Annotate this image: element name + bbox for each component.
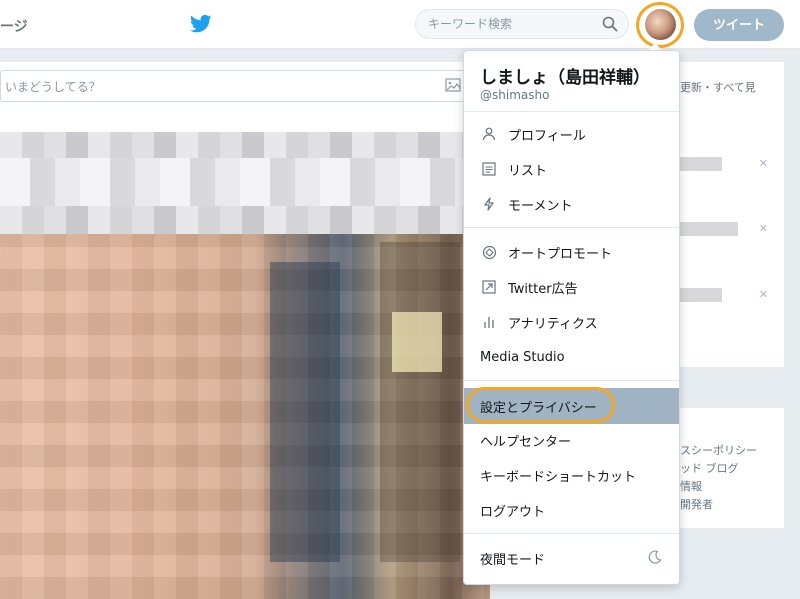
menu-item-label: 夜間モード	[480, 552, 546, 568]
top-navigation-bar: ージ ツイート	[0, 0, 800, 49]
menu-item-label: リスト	[508, 163, 548, 179]
menu-item-label: ヘルプセンター	[480, 434, 572, 450]
menu-divider	[464, 533, 679, 534]
footer-link[interactable]: スシーポリシー	[680, 442, 757, 458]
autopromote-icon	[480, 243, 498, 261]
avatar[interactable]	[645, 9, 676, 40]
menu-item-analytics[interactable]: アナリティクス	[464, 306, 679, 338]
timeline-column: いまどうしてる？	[0, 62, 490, 599]
pixelated-suggestion	[680, 288, 722, 302]
menu-divider	[464, 227, 679, 228]
dismiss-icon[interactable]: ✕	[759, 157, 768, 170]
pixelated-tweet-text-line	[0, 158, 490, 206]
image-icon[interactable]	[445, 77, 461, 97]
pixelated-photo-highlight	[392, 312, 442, 372]
bar-chart-icon	[480, 313, 498, 331]
menu-item-keyboard-shortcuts[interactable]: キーボードショートカット	[464, 459, 679, 491]
trends-card: 更新・すべて見 ✕ ✕ ✕	[680, 62, 784, 367]
menu-item-label: オートプロモート	[508, 246, 613, 262]
search-input[interactable]	[428, 16, 598, 32]
menu-divider	[464, 380, 679, 381]
compose-tweet-box[interactable]: いまどうしてる？	[0, 70, 470, 102]
footer-link[interactable]: ッド ブログ	[680, 460, 739, 476]
list-icon	[480, 160, 498, 178]
account-display-name[interactable]: しましょ（島田祥輔）	[480, 63, 650, 88]
twitter-bird-icon[interactable]	[189, 14, 212, 38]
pixelated-suggestion	[680, 157, 722, 171]
search-box[interactable]	[415, 9, 629, 39]
trends-refresh-link[interactable]: 更新・すべて見	[680, 79, 756, 95]
menu-item-help-center[interactable]: ヘルプセンター	[464, 424, 679, 456]
footer-link[interactable]: 情報	[680, 478, 702, 494]
menu-item-label: キーボードショートカット	[480, 469, 637, 485]
pixelated-photo-figure	[270, 262, 340, 562]
dismiss-icon[interactable]: ✕	[759, 222, 768, 235]
settings-highlight-ring	[466, 387, 615, 423]
arrow-box-icon	[480, 278, 498, 296]
account-menu: しましょ（島田祥輔） @shimasho プロフィール リスト モーメント オー…	[463, 50, 680, 585]
menu-item-label: アナリティクス	[508, 316, 598, 332]
menu-item-label: Twitter広告	[508, 281, 578, 297]
menu-item-autopromote[interactable]: オートプロモート	[464, 236, 679, 268]
menu-item-twitter-ads[interactable]: Twitter広告	[464, 271, 679, 303]
menu-item-moments[interactable]: モーメント	[464, 188, 679, 220]
search-icon[interactable]	[602, 16, 618, 36]
footer-links-card: スシーポリシー ッド ブログ 情報 開発者	[680, 408, 784, 528]
moon-icon[interactable]	[647, 549, 663, 569]
menu-item-night-mode[interactable]: 夜間モード	[464, 542, 679, 574]
menu-item-logout[interactable]: ログアウト	[464, 494, 679, 526]
person-icon	[480, 125, 498, 143]
account-handle[interactable]: @shimasho	[480, 88, 549, 102]
tweet-button[interactable]: ツイート	[694, 9, 784, 41]
nav-item-home-partial[interactable]: ージ	[0, 16, 28, 36]
menu-item-label: Media Studio	[480, 349, 565, 365]
menu-item-label: ログアウト	[480, 504, 546, 520]
menu-item-lists[interactable]: リスト	[464, 153, 679, 185]
menu-item-label: モーメント	[508, 198, 573, 214]
menu-divider	[464, 111, 679, 112]
compose-placeholder: いまどうしてる？	[5, 80, 101, 94]
menu-item-media-studio[interactable]: Media Studio	[464, 341, 679, 373]
pixelated-photo-figure	[380, 242, 460, 562]
menu-item-profile[interactable]: プロフィール	[464, 118, 679, 150]
dismiss-icon[interactable]: ✕	[759, 288, 768, 301]
footer-link[interactable]: 開発者	[680, 496, 713, 512]
pixelated-suggestion	[680, 222, 738, 236]
lightning-icon	[480, 195, 498, 213]
menu-item-label: プロフィール	[508, 128, 586, 144]
